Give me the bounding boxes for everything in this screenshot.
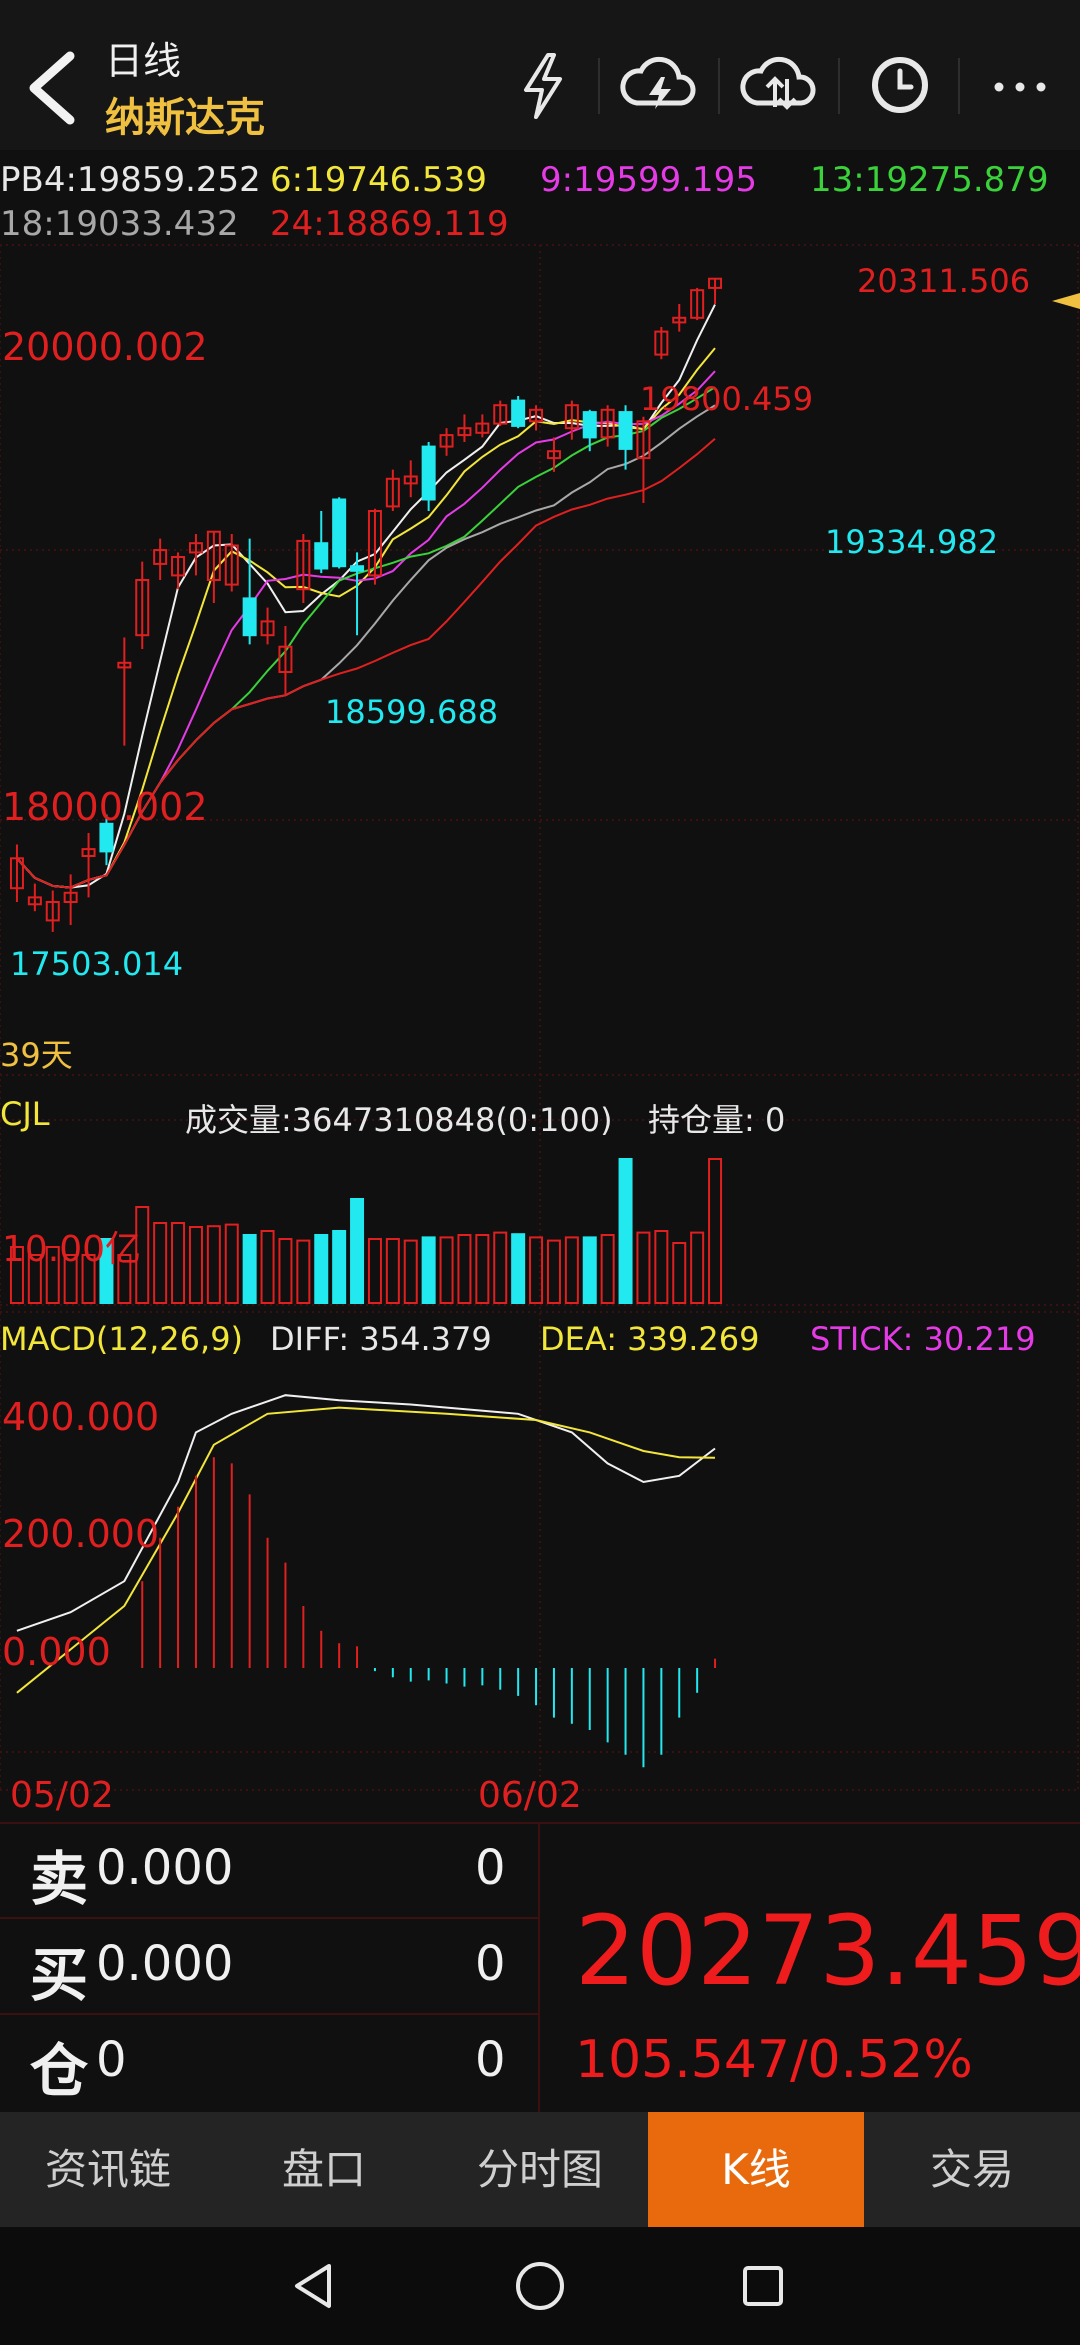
nav-back-icon[interactable] [285, 2256, 345, 2320]
volume-bar [690, 1231, 705, 1304]
date-label-start: 05/02 [10, 1775, 114, 1816]
high-annotation: 20311.506 [857, 262, 1031, 300]
macd-dea: DEA: 339.269 [540, 1320, 760, 1358]
volume-bar [224, 1223, 239, 1304]
last-price: 20273.459 [575, 1895, 1080, 2007]
volume-bar [171, 1222, 186, 1304]
position-char: 仓 [30, 2037, 89, 2105]
y-tick-label: 20000.002 [2, 325, 208, 369]
volume-bar [403, 1239, 418, 1304]
low-annotation: 19334.982 [825, 523, 999, 561]
candle-body [314, 542, 329, 570]
sell-price: 0.000 [96, 1840, 234, 1896]
tab-trade[interactable]: 交易 [864, 2112, 1080, 2227]
volume-bar [618, 1158, 633, 1304]
volume-bar [278, 1238, 293, 1304]
position-value: 0 [96, 2032, 127, 2088]
volume-bar [475, 1234, 490, 1304]
volume-bar [242, 1234, 257, 1304]
buy-volume: 0 [475, 1936, 506, 1992]
volume-bar [350, 1198, 365, 1304]
chart-grid [0, 244, 1080, 1791]
volume-bar [260, 1230, 275, 1304]
buy-char: 买 [30, 1941, 89, 2009]
volume-bar [564, 1236, 579, 1305]
macd-sticks [141, 1457, 717, 1768]
sell-char: 卖 [30, 1845, 89, 1913]
candle-body [511, 399, 526, 427]
macd-y-label: 200.000 [2, 1512, 160, 1556]
macd-stick: STICK: 30.219 [810, 1320, 1036, 1358]
sell-volume: 0 [475, 1840, 506, 1896]
peak-annotation: 19800.459 [640, 380, 814, 418]
volume-bar [708, 1158, 723, 1304]
candle-body [582, 411, 597, 439]
open-interest: 持仓量: 0 [648, 1101, 786, 1139]
volume-bar [367, 1238, 382, 1304]
candle-body [618, 411, 633, 450]
volume-bar [546, 1239, 561, 1304]
candle-body [350, 565, 365, 572]
macd-diff: DIFF: 354.379 [270, 1320, 492, 1358]
volume-bar [493, 1231, 508, 1304]
volume-bar [385, 1238, 400, 1304]
volume-bar [153, 1222, 168, 1304]
tab-news-chain[interactable]: 资讯链 [0, 2112, 216, 2227]
candle-body [332, 498, 347, 568]
volume-summary: 成交量:3647310848(0:100) [185, 1101, 613, 1139]
macd-y-label: 400.000 [2, 1395, 160, 1439]
volume-name: CJL [0, 1095, 50, 1133]
macd-name: MACD(12,26,9) [0, 1320, 244, 1358]
position-volume: 0 [475, 2032, 506, 2088]
volume-bar [421, 1236, 436, 1305]
nav-home-icon[interactable] [510, 2256, 570, 2320]
volume-bar [636, 1231, 651, 1304]
tab-intraday[interactable]: 分时图 [432, 2112, 648, 2227]
tab-order-book[interactable]: 盘口 [216, 2112, 432, 2227]
price-change: 105.547/0.52% [575, 2030, 973, 2090]
volume-bar [314, 1234, 329, 1304]
volume-bar [457, 1234, 472, 1304]
volume-bar [332, 1230, 347, 1304]
buy-price: 0.000 [96, 1936, 234, 1992]
volume-bar [654, 1230, 669, 1304]
volume-y-label: 10.00亿 [2, 1229, 142, 1270]
y-tick-label: 18000.002 [2, 785, 208, 829]
volume-bar [206, 1225, 221, 1304]
tab-kline[interactable]: K线 [648, 2112, 864, 2227]
volume-bar [582, 1236, 597, 1305]
trough-annotation: 18599.688 [325, 693, 499, 731]
volume-bar [439, 1236, 454, 1305]
volume-bar [511, 1233, 526, 1304]
macd-y-label: 0.000 [2, 1630, 111, 1674]
date-label-mid: 06/02 [478, 1775, 582, 1816]
days-label: 39天 [0, 1036, 73, 1074]
nav-recents-icon[interactable] [733, 2256, 793, 2320]
volume-bar [600, 1234, 615, 1304]
candle-body [421, 445, 436, 501]
last-price-marker [1052, 293, 1080, 309]
start-low-annotation: 17503.014 [10, 945, 184, 983]
volume-bar [672, 1242, 687, 1304]
volume-bar [296, 1239, 311, 1304]
candle-body [242, 597, 257, 637]
volume-bar [188, 1226, 203, 1304]
